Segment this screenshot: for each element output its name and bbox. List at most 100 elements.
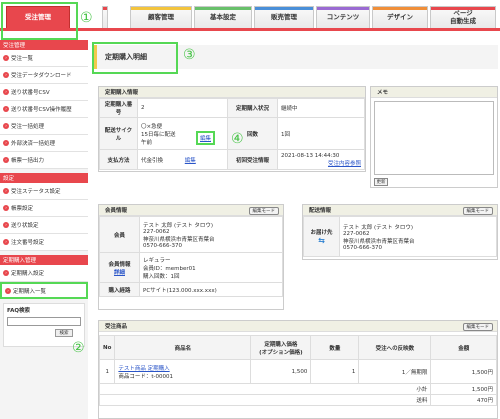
- arrow-icon: ›: [3, 89, 9, 95]
- shipping-info-panel: 配送情報 編集モード お届け先 ⇆ テスト 太郎 (テスト タロウ) 227-00…: [302, 204, 498, 260]
- row-product-cell: テスト商品 定期購入 商品コード：t-00001: [114, 359, 252, 384]
- panel-header: 受注商品: [99, 321, 497, 332]
- delivery-label-cell: お届け先 ⇆: [303, 216, 340, 257]
- payment-value: 代金引換: [141, 157, 164, 164]
- tab-sales-management[interactable]: 販売管理: [254, 6, 314, 28]
- tab-design[interactable]: デザイン: [372, 6, 428, 28]
- row-qty: 1: [310, 359, 360, 384]
- order-detail-link[interactable]: 受注内容参照: [281, 159, 361, 167]
- member-detail-link[interactable]: 詳細: [103, 268, 136, 276]
- member-id: 会員ID：member01: [143, 265, 196, 272]
- products-table: No 商品名 定期購入価格 (オプション価格) 数量 受注への反映数 金額 1 …: [98, 335, 497, 406]
- tab-customer-management[interactable]: 顧客管理: [130, 6, 192, 28]
- cycle-edit-link[interactable]: 編集: [196, 131, 216, 145]
- route-value: PCサイト(123.000.xxx.xxx): [139, 282, 283, 297]
- callout-number-1: ①: [80, 10, 93, 26]
- sidebar-item-label: 帳票設定: [11, 206, 34, 212]
- payment-edit-link[interactable]: 編集: [185, 158, 196, 164]
- delivery-tel: 0570-666-370: [343, 244, 382, 251]
- arrow-icon: ›: [3, 55, 9, 61]
- route-label: 購入経路: [99, 282, 140, 297]
- cycle-cell: 〇×急便 15日毎に配送 午前 編集: [137, 117, 228, 150]
- product-code: 商品コード：t-00001: [118, 373, 174, 380]
- sidebar-item-invoice-csv-history[interactable]: › 送り状番号CSV操作履歴: [0, 101, 88, 118]
- sidebar-item-invoice-settings[interactable]: › 送り状設定: [0, 217, 88, 234]
- payment-cell: 代金引換 編集: [137, 149, 228, 170]
- col-product-name: 商品名: [114, 335, 252, 360]
- member-label: 会員: [99, 216, 140, 253]
- sidebar-item-subscription-list[interactable]: › 定期購入一覧: [0, 282, 88, 299]
- sidebar-item-subscription-settings[interactable]: › 定期購入設定: [0, 265, 88, 282]
- sidebar-section-orders: 受注管理: [0, 40, 88, 50]
- member-tel: 0570-666-370: [143, 242, 182, 249]
- shipping-edit-button[interactable]: 編集モード: [462, 207, 493, 215]
- tab-stripe: [131, 7, 191, 10]
- sidebar-item-bulk-process[interactable]: › 受注一括処理: [0, 118, 88, 135]
- sidebar-item-label: 送り状番号CSV: [11, 90, 50, 96]
- arrow-icon: ›: [3, 123, 9, 129]
- memo-update-button[interactable]: 更新: [374, 178, 388, 186]
- sidebar-item-order-list[interactable]: › 受注一覧: [0, 50, 88, 67]
- sidebar-item-label: 受注ステータス設定: [11, 189, 61, 195]
- member-rank: レギュラー: [143, 257, 171, 264]
- sidebar-item-invoice-csv[interactable]: › 送り状番号CSV: [0, 84, 88, 101]
- sidebar-item-order-download[interactable]: › 受注データダウンロード: [0, 67, 88, 84]
- delivery-address: 神奈川県横浜市青葉区青葉台: [343, 238, 415, 245]
- member-cell: テスト 太郎 (テスト タロウ) 227-0062 神奈川県横浜市青葉区青葉台 …: [139, 216, 283, 253]
- arrow-icon: ›: [5, 287, 11, 294]
- row-price: 1,500: [250, 359, 312, 384]
- col-price: 定期購入価格 (オプション価格): [250, 335, 312, 360]
- shipping-fee-label: 送料: [98, 394, 432, 406]
- member-edit-button[interactable]: 編集モード: [248, 207, 279, 215]
- subscription-info-panel: 定期購入情報 定期購入番号 2 定期購入状況 継続中 配送サイクル 〇×急便 1…: [98, 86, 366, 172]
- tab-stripe: [317, 7, 369, 10]
- sidebar-item-label: 受注データダウンロード: [11, 73, 72, 79]
- callout-box-1: [1, 2, 78, 40]
- callout-number-2: ②: [72, 340, 85, 356]
- panel-header: 定期購入情報: [99, 87, 365, 98]
- tab-contents[interactable]: コンテンツ: [316, 6, 370, 28]
- delivery-icon: ⇆: [318, 236, 325, 245]
- tab-partial[interactable]: [102, 6, 108, 28]
- cycle-label: 配送サイクル: [99, 117, 138, 150]
- col-reflect: 受注への反映数: [358, 335, 432, 360]
- faq-search-input[interactable]: [7, 317, 81, 326]
- memo-textarea[interactable]: [374, 101, 494, 175]
- arrow-icon: ›: [3, 188, 9, 194]
- sidebar-item-status-settings[interactable]: › 受注ステータス設定: [0, 183, 88, 200]
- shipping-info-table: お届け先 ⇆ テスト 太郎 (テスト タロウ) 227-0062 神奈川県横浜市青…: [303, 216, 497, 257]
- faq-search-button[interactable]: 検索: [55, 329, 73, 337]
- faq-title: FAQ検索: [7, 308, 31, 314]
- member-info-label-cell: 会員情報 詳細: [99, 252, 140, 283]
- row-reflect: 1／無期限: [358, 359, 432, 384]
- sidebar-item-external-payment[interactable]: › 外部決済一括処理: [0, 135, 88, 152]
- tab-page-autogen[interactable]: ページ 自動生成: [430, 6, 496, 28]
- tab-label: 基本設定: [210, 12, 236, 21]
- delivery-label: お届け先: [310, 230, 333, 236]
- product-name-link[interactable]: テスト商品 定期購入: [118, 364, 247, 372]
- status-value: 継続中: [277, 98, 365, 118]
- products-edit-button[interactable]: 編集モード: [462, 323, 493, 331]
- table-row: 1 テスト商品 定期購入 商品コード：t-00001 1,500 1 1／無期限 …: [98, 359, 497, 384]
- arrow-icon: ›: [3, 140, 9, 146]
- shipping-fee-value: 470円: [430, 394, 497, 406]
- tab-stripe: [431, 7, 495, 10]
- sidebar-item-label: 送り状番号CSV操作履歴: [11, 107, 72, 113]
- tab-label: ページ 自動生成: [450, 9, 476, 25]
- delivery-cell: テスト 太郎 (テスト タロウ) 227-0062 神奈川県横浜市青葉区青葉台 …: [339, 216, 497, 257]
- sidebar-item-bulk-print[interactable]: › 帳票一括出力: [0, 152, 88, 169]
- tab-basic-settings[interactable]: 基本設定: [194, 6, 252, 28]
- order-no-value: 2: [137, 98, 228, 118]
- sidebar-item-label: 受注一覧: [11, 56, 34, 62]
- sidebar: 受注管理 › 受注一覧 › 受注データダウンロード › 送り状番号CSV › 送り状番号…: [0, 40, 88, 419]
- arrow-icon: ›: [3, 270, 9, 276]
- arrow-icon: ›: [3, 157, 9, 163]
- tab-label: 顧客管理: [148, 12, 174, 21]
- sidebar-item-label: 定期購入設定: [11, 271, 45, 277]
- order-no-label: 定期購入番号: [99, 98, 138, 118]
- memo-panel: メモ 更新: [370, 86, 498, 188]
- sidebar-item-form-settings[interactable]: › 帳票設定: [0, 200, 88, 217]
- col-no: No: [98, 335, 116, 360]
- member-info-table: 会員 テスト 太郎 (テスト タロウ) 227-0062 神奈川県横浜市青葉区青…: [99, 216, 283, 297]
- sidebar-item-order-number-settings[interactable]: › 注文番号設定: [0, 234, 88, 251]
